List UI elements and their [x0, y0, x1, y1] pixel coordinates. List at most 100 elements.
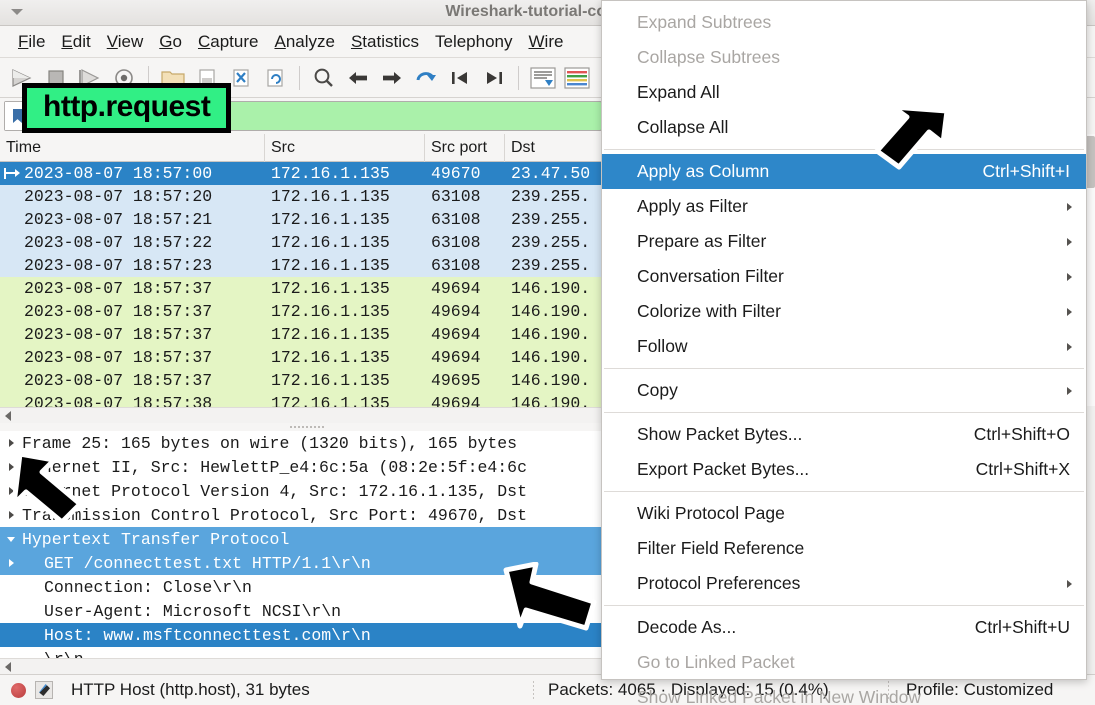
cell-dst: 239.255.	[511, 233, 591, 252]
cell-src-port: 49695	[431, 371, 481, 390]
context-menu-separator	[604, 149, 1084, 150]
submenu-chevron-icon	[1067, 203, 1072, 211]
cell-src-port: 63108	[431, 210, 481, 229]
packet-list-horizontal-scrollbar[interactable]	[0, 407, 616, 423]
colorize-packets-icon[interactable]	[561, 62, 593, 94]
expand-triangle-icon[interactable]	[0, 559, 22, 567]
context-menu-item-decode-as[interactable]: Decode As... Ctrl+Shift+U	[602, 610, 1086, 645]
context-menu-item-show-linked-packet-in-new-window: Show Linked Packet in New Window	[602, 680, 1086, 705]
packet-details-horizontal-scrollbar[interactable]	[0, 658, 616, 674]
packet-list-row[interactable]: 2023-08-07 18:57:23 172.16.1.135 63108 239.…	[0, 254, 616, 277]
cell-time: 2023-08-07 18:57:23	[24, 256, 213, 275]
context-menu-item-export-packet-bytes[interactable]: Export Packet Bytes... Ctrl+Shift+X	[602, 452, 1086, 487]
cell-time: 2023-08-07 18:57:00	[24, 164, 213, 183]
menu-wireless[interactable]: Wire	[521, 30, 572, 54]
context-menu-item-label: Collapse All	[637, 117, 729, 137]
submenu-chevron-icon	[1067, 238, 1072, 246]
status-separator-1	[533, 681, 534, 701]
go-to-last-packet-icon[interactable]	[478, 62, 510, 94]
collapse-triangle-icon[interactable]	[0, 536, 22, 542]
menu-capture[interactable]: Capture	[190, 30, 266, 54]
cell-time: 2023-08-07 18:57:37	[24, 279, 213, 298]
context-menu-item-follow[interactable]: Follow	[602, 329, 1086, 364]
packet-list-row[interactable]: 2023-08-07 18:57:37 172.16.1.135 49694 146.…	[0, 346, 616, 369]
context-menu-item-label: Filter Field Reference	[637, 538, 805, 558]
packet-list-row[interactable]: 2023-08-07 18:57:21 172.16.1.135 63108 239.…	[0, 208, 616, 231]
column-header-dst[interactable]: Dst	[505, 134, 616, 162]
context-menu-item-apply-as-filter[interactable]: Apply as Filter	[602, 189, 1086, 224]
context-menu-item-filter-field-reference[interactable]: Filter Field Reference	[602, 531, 1086, 566]
packet-list-row[interactable]: 2023-08-07 18:57:37 172.16.1.135 49694 146.…	[0, 300, 616, 323]
cell-dst: 146.190.	[511, 279, 591, 298]
menu-analyze[interactable]: Analyze	[266, 30, 342, 54]
find-packet-icon[interactable]	[308, 62, 340, 94]
capture-file-properties-icon[interactable]	[35, 681, 53, 699]
context-menu-item-label: Colorize with Filter	[637, 301, 781, 321]
context-menu-item-label: Follow	[637, 336, 688, 356]
context-menu-item-show-packet-bytes[interactable]: Show Packet Bytes... Ctrl+Shift+O	[602, 417, 1086, 452]
packet-list-row[interactable]: 2023-08-07 18:57:20 172.16.1.135 63108 239.…	[0, 185, 616, 208]
cell-time: 2023-08-07 18:57:37	[24, 302, 213, 321]
submenu-chevron-icon	[1067, 308, 1072, 316]
cell-src: 172.16.1.135	[271, 348, 390, 367]
packet-detail-row[interactable]: Hypertext Transfer Protocol	[0, 527, 616, 551]
context-menu-item-label: Show Linked Packet in New Window	[637, 687, 922, 705]
auto-scroll-icon[interactable]	[527, 62, 559, 94]
go-back-icon[interactable]	[342, 62, 374, 94]
reload-file-icon[interactable]	[259, 62, 291, 94]
context-menu-item-collapse-all[interactable]: Collapse All	[602, 110, 1086, 145]
scroll-left-arrow-icon[interactable]	[5, 662, 11, 672]
packet-detail-label: GET /connecttest.txt HTTP/1.1\r\n	[44, 553, 371, 573]
cell-src-port: 63108	[431, 256, 481, 275]
context-menu-item-shortcut: Ctrl+Shift+U	[974, 617, 1070, 637]
submenu-chevron-icon	[1067, 343, 1072, 351]
expand-triangle-icon[interactable]	[0, 439, 22, 447]
context-menu-item-wiki-protocol-page[interactable]: Wiki Protocol Page	[602, 496, 1086, 531]
menu-telephony[interactable]: Telephony	[427, 30, 521, 54]
annotation-arrow-http-protocol	[10, 452, 96, 530]
context-menu-item-protocol-preferences[interactable]: Protocol Preferences	[602, 566, 1086, 601]
packet-list-row[interactable]: 2023-08-07 18:57:37 172.16.1.135 49694 146.…	[0, 277, 616, 300]
context-menu-item-copy[interactable]: Copy	[602, 373, 1086, 408]
cell-time: 2023-08-07 18:57:21	[24, 210, 213, 229]
context-menu-item-apply-as-column[interactable]: Apply as Column Ctrl+Shift+I	[602, 154, 1086, 189]
related-packet-arrow-icon	[4, 168, 20, 179]
packet-list-row[interactable]: 2023-08-07 18:57:22 172.16.1.135 63108 239.…	[0, 231, 616, 254]
menu-file[interactable]: File	[10, 30, 53, 54]
scroll-left-arrow-icon[interactable]	[5, 411, 11, 421]
context-menu-item-prepare-as-filter[interactable]: Prepare as Filter	[602, 224, 1086, 259]
pane-splitter[interactable]	[0, 423, 616, 431]
context-menu-item-colorize-with-filter[interactable]: Colorize with Filter	[602, 294, 1086, 329]
context-menu-separator	[604, 605, 1084, 606]
column-header-src[interactable]: Src	[265, 134, 425, 162]
submenu-chevron-icon	[1067, 580, 1072, 588]
cell-time: 2023-08-07 18:57:22	[24, 233, 213, 252]
packet-list-row[interactable]: 2023-08-07 18:57:37 172.16.1.135 49695 146.…	[0, 369, 616, 392]
menu-statistics[interactable]: Statistics	[343, 30, 427, 54]
packet-list-row[interactable]: 2023-08-07 18:57:37 172.16.1.135 49694 146.…	[0, 323, 616, 346]
context-menu-item-label: Apply as Column	[637, 161, 770, 181]
packet-list-pane[interactable]: Time Src Src port Dst 2023-08-07 18:57:0…	[0, 134, 616, 420]
menu-view[interactable]: View	[99, 30, 152, 54]
packet-list-row[interactable]: 2023-08-07 18:57:00 172.16.1.135 49670 23.4…	[0, 162, 616, 185]
cell-src-port: 49694	[431, 302, 481, 321]
context-menu-item-label: Export Packet Bytes...	[637, 459, 810, 479]
context-menu-item-label: Decode As...	[637, 617, 737, 637]
packet-detail-context-menu[interactable]: Expand Subtrees Collapse Subtrees Expand A…	[601, 0, 1087, 705]
context-menu-item-expand-all[interactable]: Expand All	[602, 75, 1086, 110]
menu-edit[interactable]: Edit	[53, 30, 98, 54]
go-to-packet-icon[interactable]	[410, 62, 442, 94]
cell-dst: 146.190.	[511, 302, 591, 321]
expert-info-red-dot-icon[interactable]	[11, 682, 26, 698]
column-header-time[interactable]: Time	[0, 134, 265, 162]
context-menu-item-shortcut: Ctrl+Shift+O	[973, 424, 1070, 444]
cell-dst: 239.255.	[511, 187, 591, 206]
context-menu-item-label: Collapse Subtrees	[637, 47, 780, 67]
go-to-first-packet-icon[interactable]	[444, 62, 476, 94]
splitter-grip	[290, 426, 326, 428]
go-forward-icon[interactable]	[376, 62, 408, 94]
context-menu-item-conversation-filter[interactable]: Conversation Filter	[602, 259, 1086, 294]
menu-go[interactable]: Go	[151, 30, 190, 54]
column-header-src-port[interactable]: Src port	[425, 134, 505, 162]
context-menu-item-label: Expand Subtrees	[637, 12, 772, 32]
